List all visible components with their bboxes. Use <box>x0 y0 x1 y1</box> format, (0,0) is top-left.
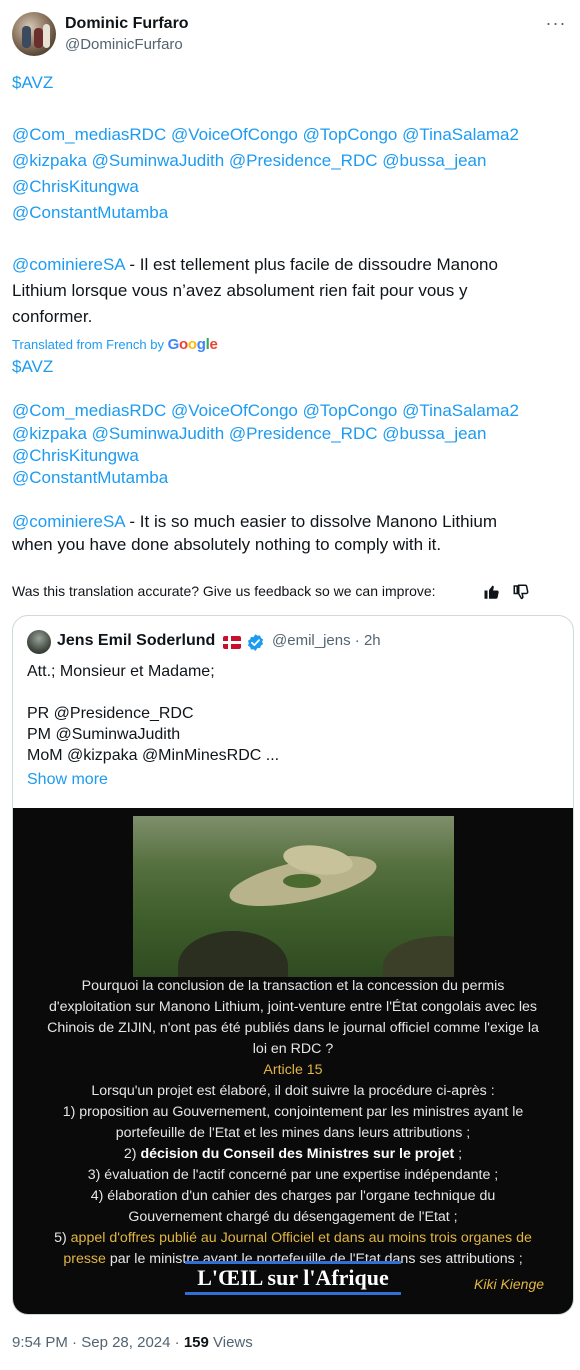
quoted-text-line: PM @SuminwaJudith <box>27 726 181 743</box>
more-options-icon[interactable]: ··· <box>544 14 568 38</box>
image-caption-text: Pourquoi la conclusion de la transaction… <box>13 976 573 1270</box>
tweet-header: Dominic Furfaro @DominicFurfaro ··· <box>12 12 568 56</box>
views-count: 159 <box>183 1334 209 1351</box>
mention-link[interactable]: @ConstantMutamba <box>12 468 168 487</box>
text-line: @cominiereSA - It is so much easier to d… <box>12 512 497 532</box>
text-line <box>12 378 572 400</box>
mention-link[interactable]: @TinaSalama2 <box>402 125 519 144</box>
caption-line: portefeuille de l'Etat et les mines dans… <box>115 1125 471 1141</box>
brand-logo: L'ŒIL sur l'Afrique <box>185 1261 401 1295</box>
mention-link[interactable]: @kizpaka <box>12 151 87 170</box>
quoted-author-name[interactable]: Jens Emil Soderlund <box>57 632 215 650</box>
quoted-text-line: PR @Presidence_RDC <box>27 705 194 722</box>
mention-link[interactable]: @ChrisKitungwa <box>12 446 139 465</box>
caption-line: Gouvernement chargé du désengagement de … <box>128 1209 458 1225</box>
text-line <box>12 96 572 122</box>
caption-line: 5) appel d'offres publié au Journal Offi… <box>54 1230 532 1246</box>
text-line: $AVZ <box>12 70 572 96</box>
text-line: when you have done absolutely nothing to… <box>12 534 442 554</box>
quoted-text-line: Att.; Monsieur et Madame; <box>27 663 215 680</box>
caption-line: Pourquoi la conclusion de la transaction… <box>81 978 505 994</box>
mention-link[interactable]: $AVZ <box>12 357 53 376</box>
mention-link[interactable]: @ConstantMutamba <box>12 203 168 222</box>
mention-link[interactable]: @bussa_jean <box>382 151 486 170</box>
mention-link[interactable]: @bussa_jean <box>382 424 486 443</box>
tweet-original-text: $AVZ @Com_mediasRDC @VoiceOfCongo @TopCo… <box>12 70 572 330</box>
text-line: @Com_mediasRDC @VoiceOfCongo @TopCongo @… <box>12 122 572 148</box>
text-line: @ConstantMutamba <box>12 200 572 226</box>
mention-link[interactable]: @VoiceOfCongo <box>171 125 298 144</box>
thumbs-down-icon[interactable] <box>512 583 530 601</box>
mention-link[interactable]: @TinaSalama2 <box>402 401 519 420</box>
translation-feedback: Was this translation accurate? Give us f… <box>12 583 572 603</box>
tweet-meta: 9:54 PM · Sep 28, 2024 · 159 Views <box>12 1334 253 1351</box>
quoted-media-image[interactable]: Pourquoi la conclusion de la transaction… <box>13 808 573 1314</box>
caption-line: Lorsqu'un projet est élaboré, il doit su… <box>91 1083 495 1099</box>
aerial-landscape-photo <box>133 816 454 977</box>
text-line: @cominiereSA - Il est tellement plus fac… <box>12 255 498 274</box>
caption-line: loi en RDC ? <box>252 1041 334 1057</box>
quoted-timestamp: 2h <box>363 632 381 649</box>
caption-line: 2) décision du Conseil des Ministres sur… <box>123 1146 463 1162</box>
mention-link[interactable]: @SuminwaJudith <box>92 151 225 170</box>
caption-line: 1) proposition au Gouvernement, conjoint… <box>62 1104 524 1120</box>
caption-line: d'exploitation sur Manono Lithium, joint… <box>48 999 538 1015</box>
text-line: @Com_mediasRDC @VoiceOfCongo @TopCongo @… <box>12 400 572 422</box>
text-line: conformer. <box>12 307 93 326</box>
mention-link[interactable]: @VoiceOfCongo <box>171 401 298 420</box>
quoted-author-avatar[interactable] <box>27 630 51 654</box>
translated-from-label[interactable]: Translated from French by Google <box>12 336 218 354</box>
mention-link[interactable]: @kizpaka <box>12 424 87 443</box>
mention-link[interactable]: @cominiereSA <box>12 512 125 531</box>
mention-link[interactable]: @TopCongo <box>303 125 398 144</box>
text-line: @ConstantMutamba <box>12 467 572 489</box>
tweet-time[interactable]: 9:54 PM <box>12 1334 68 1351</box>
text-line: Lithium lorsque vous n’avez absolument r… <box>12 281 468 300</box>
caption-line: Article 15 <box>263 1062 323 1078</box>
mention-link[interactable]: @SuminwaJudith <box>92 424 225 443</box>
thumbs-up-icon[interactable] <box>483 583 501 601</box>
google-logo: Google <box>167 336 218 353</box>
quoted-author-handle[interactable]: @emil_jens · 2h <box>272 632 381 649</box>
mention-link[interactable]: $AVZ <box>12 73 53 92</box>
text-line: @ChrisKitungwa <box>12 174 572 200</box>
text-line <box>12 489 572 511</box>
author-name[interactable]: Dominic Furfaro <box>65 15 189 33</box>
verified-badge-icon <box>247 634 264 651</box>
text-line: $AVZ <box>12 356 572 378</box>
text-line: @ChrisKitungwa <box>12 445 572 467</box>
author-handle[interactable]: @DominicFurfaro <box>65 36 183 53</box>
mention-link[interactable]: @Com_mediasRDC <box>12 125 166 144</box>
show-more-link[interactable]: Show more <box>27 771 108 789</box>
caption-line: 3) évaluation de l'actif concerné par un… <box>87 1167 499 1183</box>
tweet-date[interactable]: Sep 28, 2024 <box>81 1334 170 1351</box>
mention-link[interactable]: @Com_mediasRDC <box>12 401 166 420</box>
text-line: @kizpaka @SuminwaJudith @Presidence_RDC … <box>12 148 572 174</box>
author-avatar[interactable] <box>12 12 56 56</box>
mention-link[interactable]: @cominiereSA <box>12 255 125 274</box>
tweet-translated-text: $AVZ @Com_mediasRDC @VoiceOfCongo @TopCo… <box>12 356 572 556</box>
mention-link[interactable]: @Presidence_RDC <box>229 424 378 443</box>
quoted-text-line <box>27 682 279 703</box>
views-label: Views <box>213 1334 253 1351</box>
text-line <box>12 226 572 252</box>
mention-link[interactable]: @TopCongo <box>303 401 398 420</box>
denmark-flag-icon <box>223 636 241 649</box>
mention-link[interactable]: @Presidence_RDC <box>229 151 378 170</box>
caption-line: Chinois de ZIJIN, n'ont pas été publiés … <box>47 1020 539 1036</box>
text-line: @kizpaka @SuminwaJudith @Presidence_RDC … <box>12 423 572 445</box>
mention-link[interactable]: @ChrisKitungwa <box>12 177 139 196</box>
image-credit: Kiki Kienge <box>474 1276 545 1292</box>
quoted-tweet[interactable]: Jens Emil Soderlund @emil_jens · 2h Att.… <box>12 615 574 1315</box>
quoted-text: Att.; Monsieur et Madame; PR @Presidence… <box>27 661 279 766</box>
caption-line: 4) élaboration d'un cahier des charges p… <box>90 1188 496 1204</box>
quoted-text-line: MoM @kizpaka @MinMinesRDC ... <box>27 747 280 764</box>
